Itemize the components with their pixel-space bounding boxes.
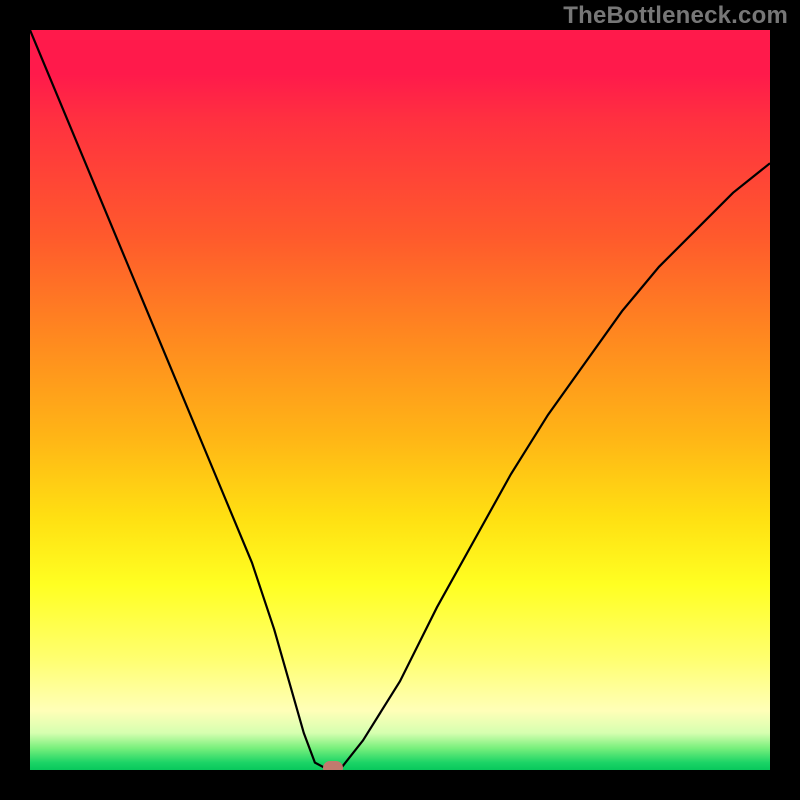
curve-path — [30, 30, 770, 769]
minimum-marker-icon — [323, 761, 343, 770]
plot-area — [30, 30, 770, 770]
watermark-text: TheBottleneck.com — [563, 2, 788, 30]
bottleneck-curve — [30, 30, 770, 770]
chart-frame: TheBottleneck.com — [0, 0, 800, 800]
